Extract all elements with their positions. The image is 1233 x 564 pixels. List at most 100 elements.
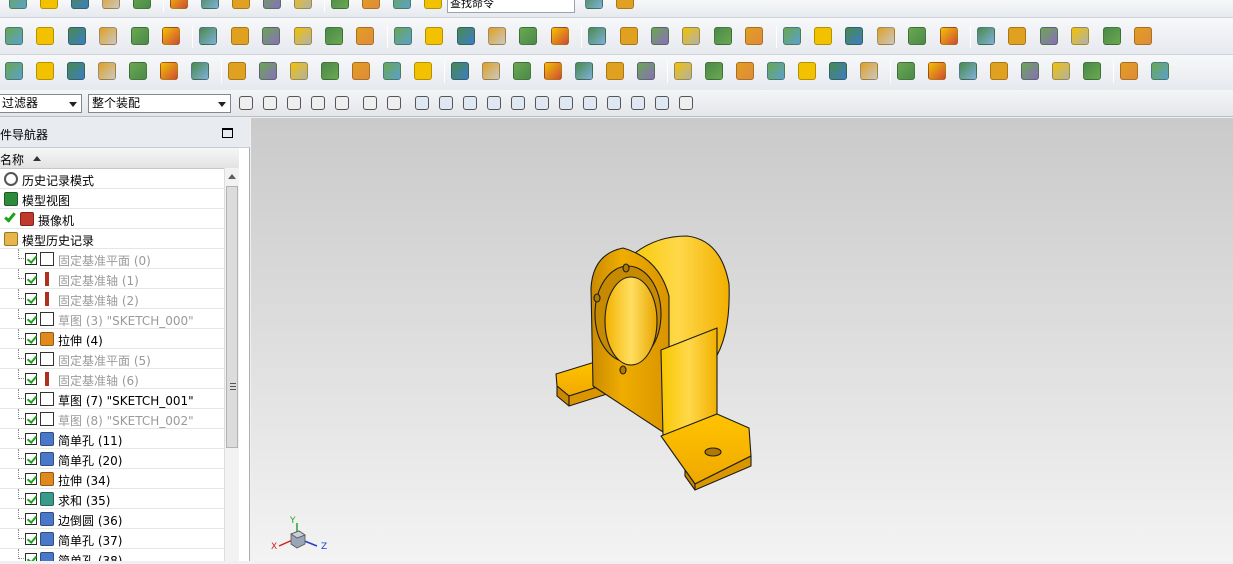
- cube-icon[interactable]: [826, 59, 850, 83]
- globe-icon[interactable]: [733, 59, 757, 83]
- tree-row[interactable]: 简单孔 (20): [0, 449, 224, 469]
- highlight-icon[interactable]: [634, 59, 658, 83]
- tree-row[interactable]: 草图 (7) "SKETCH_001": [0, 389, 224, 409]
- window-icon[interactable]: [229, 0, 253, 12]
- pocket-icon[interactable]: [353, 24, 377, 48]
- coil-icon[interactable]: [380, 59, 404, 83]
- studio-icon[interactable]: [33, 59, 57, 83]
- check-icon[interactable]: [1018, 59, 1042, 83]
- gear-icon[interactable]: [780, 24, 804, 48]
- save-icon[interactable]: [68, 0, 92, 12]
- blend-icon[interactable]: [95, 59, 119, 83]
- column-header-name[interactable]: 名称: [0, 148, 239, 169]
- tree-row[interactable]: 固定基准平面 (5): [0, 349, 224, 369]
- box-icon[interactable]: [196, 24, 220, 48]
- rect-icon[interactable]: [332, 92, 352, 114]
- trim-curve-icon[interactable]: [256, 59, 280, 83]
- sketch-icon[interactable]: [260, 0, 284, 12]
- redo-icon[interactable]: [167, 0, 191, 12]
- surface-b-icon[interactable]: [1117, 59, 1141, 83]
- spring-icon[interactable]: [349, 59, 373, 83]
- line-icon[interactable]: [2, 24, 26, 48]
- visibility-checkbox[interactable]: [25, 433, 37, 445]
- offset-icon[interactable]: [65, 24, 89, 48]
- person-icon[interactable]: [671, 59, 695, 83]
- light-icon[interactable]: [603, 59, 627, 83]
- component-icon[interactable]: [1005, 24, 1029, 48]
- visibility-checkbox[interactable]: [25, 413, 37, 425]
- undo-icon[interactable]: [130, 0, 154, 12]
- visibility-checkbox[interactable]: [25, 533, 37, 545]
- visibility-checkbox[interactable]: [25, 493, 37, 505]
- thread-icon[interactable]: [842, 24, 866, 48]
- camera-icon[interactable]: [479, 59, 503, 83]
- datum-icon[interactable]: [291, 0, 315, 12]
- filter-face-icon[interactable]: [360, 92, 380, 114]
- bridge-icon[interactable]: [64, 59, 88, 83]
- view-icon[interactable]: [764, 59, 788, 83]
- cut-icon[interactable]: [99, 0, 123, 12]
- visibility-checkbox[interactable]: [25, 553, 37, 561]
- project-icon[interactable]: [225, 59, 249, 83]
- render-icon[interactable]: [448, 59, 472, 83]
- tree-row[interactable]: 拉伸 (4): [0, 329, 224, 349]
- extrude-icon[interactable]: [228, 24, 252, 48]
- shell-icon[interactable]: [485, 24, 509, 48]
- chamfer-icon[interactable]: [585, 24, 609, 48]
- scrollbar-thumb[interactable]: [226, 186, 238, 448]
- arc-icon[interactable]: [128, 24, 152, 48]
- snap-onto-icon[interactable]: [628, 92, 648, 114]
- spline-icon[interactable]: [2, 59, 26, 83]
- material-icon[interactable]: [572, 59, 596, 83]
- tree-row[interactable]: 摄像机: [0, 209, 224, 229]
- filter-body-icon[interactable]: [384, 92, 404, 114]
- law-icon[interactable]: [126, 59, 150, 83]
- visibility-checkbox[interactable]: [25, 333, 37, 345]
- open-icon[interactable]: [37, 0, 61, 12]
- tree-row[interactable]: 草图 (8) "SKETCH_002": [0, 409, 224, 429]
- tree-row[interactable]: 拉伸 (34): [0, 469, 224, 489]
- cloud-icon[interactable]: [795, 59, 819, 83]
- book-icon[interactable]: [711, 24, 735, 48]
- unite-icon[interactable]: [617, 24, 641, 48]
- constraint-icon[interactable]: [1037, 24, 1061, 48]
- shaft-icon[interactable]: [318, 59, 342, 83]
- settings-icon[interactable]: [676, 92, 696, 114]
- curve-icon[interactable]: [159, 24, 183, 48]
- surface-a-icon[interactable]: [1080, 59, 1104, 83]
- fillet-icon[interactable]: [96, 24, 120, 48]
- snap-end-icon[interactable]: [436, 92, 456, 114]
- measure-icon[interactable]: [987, 59, 1011, 83]
- command-search-input[interactable]: 查找命令: [447, 0, 575, 13]
- block-icon[interactable]: [454, 24, 478, 48]
- new-icon[interactable]: [6, 0, 30, 12]
- pattern-icon[interactable]: [648, 24, 672, 48]
- tree-row[interactable]: 固定基准轴 (1): [0, 269, 224, 289]
- visibility-checkbox[interactable]: [25, 373, 37, 385]
- gear-icon[interactable]: [236, 92, 256, 114]
- visibility-checkbox[interactable]: [25, 453, 37, 465]
- palette-icon[interactable]: [541, 59, 565, 83]
- tree-row[interactable]: 固定基准轴 (2): [0, 289, 224, 309]
- scene-icon[interactable]: [702, 59, 726, 83]
- snap-arc-icon[interactable]: [532, 92, 552, 114]
- maximize-icon[interactable]: [222, 128, 233, 138]
- snap-grid-icon[interactable]: [652, 92, 672, 114]
- bolt-icon[interactable]: [937, 24, 961, 48]
- wrap-icon[interactable]: [905, 24, 929, 48]
- snap-quadrant-icon[interactable]: [580, 92, 600, 114]
- hole-icon[interactable]: [291, 24, 315, 48]
- text-icon[interactable]: [422, 24, 446, 48]
- revolve-icon[interactable]: [259, 24, 283, 48]
- snap-point-icon[interactable]: [412, 92, 432, 114]
- point-icon[interactable]: [157, 59, 181, 83]
- array-icon[interactable]: [742, 24, 766, 48]
- cylinder-icon[interactable]: [390, 0, 414, 12]
- snap-mid-icon[interactable]: [460, 92, 480, 114]
- tree-row[interactable]: 固定基准平面 (0): [0, 249, 224, 269]
- layer-icon[interactable]: [613, 0, 637, 12]
- boss-icon[interactable]: [322, 24, 346, 48]
- surface-icon[interactable]: [421, 0, 445, 12]
- sphere-icon[interactable]: [391, 24, 415, 48]
- trim-icon[interactable]: [33, 24, 57, 48]
